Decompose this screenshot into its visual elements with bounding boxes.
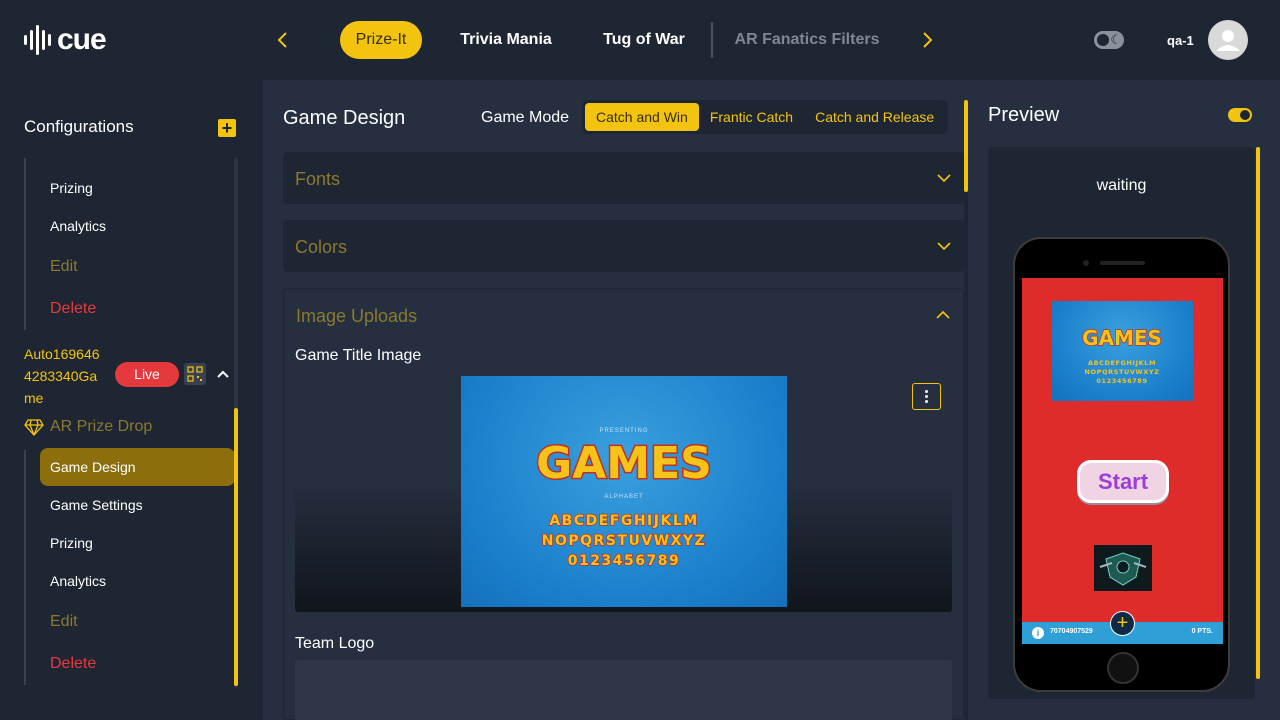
user-icon bbox=[1217, 30, 1239, 51]
preview-game-title-image: GAMES ABCDEFGHIJKLM NOPQRSTUVWXYZ 012345… bbox=[1052, 301, 1193, 401]
preview-art-row-1: ABCDEFGHIJKLM bbox=[1088, 359, 1156, 367]
sidebar: Configurations + Prizing Analytics Edit … bbox=[0, 80, 263, 720]
phone-mockup: GAMES ABCDEFGHIJKLM NOPQRSTUVWXYZ 012345… bbox=[1013, 237, 1230, 692]
game-mode-label: Game Mode bbox=[481, 109, 570, 126]
tab-ar-fanatics-filters[interactable]: AR Fanatics Filters bbox=[730, 21, 884, 59]
sidebar-item-edit[interactable]: Edit bbox=[50, 613, 78, 631]
cue-logo[interactable]: cue bbox=[24, 23, 107, 56]
sidebar-item-analytics[interactable]: Analytics bbox=[50, 218, 106, 234]
info-icon[interactable]: i bbox=[1032, 627, 1044, 639]
tab-prize-it[interactable]: Prize-It bbox=[340, 21, 422, 59]
user-name: qa-1 bbox=[1167, 33, 1194, 48]
tab-tug-of-war[interactable]: Tug of War bbox=[596, 21, 692, 59]
team-logo-emblem-icon bbox=[1099, 552, 1147, 586]
game-mode-catch-and-release[interactable]: Catch and Release bbox=[804, 103, 945, 131]
chevron-down-icon[interactable] bbox=[936, 238, 952, 254]
game-title-image-container: PRESENTING GAMES ALPHABET ABCDEFGHIJKLM … bbox=[295, 373, 952, 612]
preview-art-title: GAMES bbox=[1082, 326, 1162, 350]
preview-team-logo bbox=[1094, 545, 1152, 591]
main-panel: Game Design Game Mode Catch and Win Fran… bbox=[263, 80, 1280, 720]
tree-line bbox=[24, 158, 26, 330]
game-name-line: Auto169646 bbox=[24, 346, 100, 362]
game-type[interactable]: AR Prize Drop bbox=[24, 418, 152, 436]
team-logo-upload-area[interactable] bbox=[295, 660, 952, 720]
preview-status: waiting bbox=[1096, 177, 1147, 194]
preview-art-row-2: NOPQRSTUVWXYZ bbox=[1084, 368, 1159, 376]
theme-toggle[interactable]: ☾ bbox=[1094, 31, 1124, 49]
qr-code-icon[interactable] bbox=[184, 363, 206, 385]
art-row-2: NOPQRSTUVWXYZ bbox=[542, 533, 706, 549]
art-presenting: PRESENTING bbox=[599, 428, 648, 434]
logo-text: cue bbox=[57, 23, 107, 56]
phone-home-button bbox=[1107, 652, 1139, 684]
tree-line bbox=[24, 450, 26, 685]
add-configuration-button[interactable]: + bbox=[218, 119, 236, 137]
game-mode-selector: Catch and Win Frantic Catch Catch and Re… bbox=[582, 100, 949, 134]
tab-trivia-mania[interactable]: Trivia Mania bbox=[452, 21, 560, 59]
kebab-dot bbox=[925, 390, 928, 393]
kebab-dot bbox=[925, 395, 928, 398]
live-status-badge: Live bbox=[115, 362, 179, 387]
chevron-down-icon[interactable] bbox=[936, 170, 952, 186]
preview-toggle[interactable] bbox=[1228, 108, 1252, 122]
configurations-title: Configurations bbox=[24, 117, 134, 136]
preview-scrollbar[interactable] bbox=[1256, 147, 1260, 679]
sidebar-item-game-design[interactable]: Game Design bbox=[40, 448, 235, 486]
preview-points: 0 PTS. bbox=[1191, 628, 1213, 635]
art-subtitle: ALPHABET bbox=[604, 494, 643, 500]
avatar[interactable] bbox=[1208, 20, 1248, 60]
toggle-knob bbox=[1240, 110, 1250, 120]
diamond-icon bbox=[24, 419, 44, 436]
sidebar-item-prizing[interactable]: Prizing bbox=[50, 180, 93, 196]
colors-accordion[interactable]: Colors bbox=[283, 220, 964, 272]
game-name-line: me bbox=[24, 390, 44, 406]
preview-start-button[interactable]: Start bbox=[1077, 460, 1169, 503]
fonts-accordion-title: Fonts bbox=[295, 169, 341, 189]
phone-speaker bbox=[1100, 261, 1145, 265]
plus-icon[interactable]: + bbox=[1110, 611, 1135, 636]
preview-art-row-3: 0123456789 bbox=[1096, 377, 1147, 385]
moon-icon: ☾ bbox=[1110, 32, 1122, 47]
sidebar-item-edit[interactable]: Edit bbox=[50, 258, 78, 276]
sound-wave-icon bbox=[24, 24, 51, 56]
sidebar-item-game-settings[interactable]: Game Settings bbox=[50, 497, 143, 513]
art-title: GAMES bbox=[536, 438, 712, 489]
phone-camera bbox=[1083, 260, 1089, 266]
sidebar-item-delete[interactable]: Delete bbox=[50, 300, 96, 318]
main-scrollbar[interactable] bbox=[964, 100, 968, 720]
preview-user-id: 70704907529 bbox=[1050, 628, 1093, 635]
game-name[interactable]: Auto169646 4283340Ga me bbox=[24, 343, 114, 409]
fonts-accordion[interactable]: Fonts bbox=[283, 152, 964, 204]
page-title: Game Design bbox=[283, 107, 406, 129]
game-name-line: 4283340Ga bbox=[24, 368, 98, 384]
top-bar: cue Prize-It Trivia Mania Tug of War AR … bbox=[0, 0, 1280, 80]
image-uploads-accordion-title[interactable]: Image Uploads bbox=[296, 306, 417, 327]
kebab-dot bbox=[925, 400, 928, 403]
collapse-chevron-icon[interactable] bbox=[215, 366, 231, 382]
main-scrollbar-thumb[interactable] bbox=[964, 100, 968, 192]
sidebar-item-analytics[interactable]: Analytics bbox=[50, 573, 106, 589]
game-title-image: PRESENTING GAMES ALPHABET ABCDEFGHIJKLM … bbox=[461, 376, 787, 607]
sidebar-item-prizing[interactable]: Prizing bbox=[50, 535, 93, 551]
game-mode-frantic-catch[interactable]: Frantic Catch bbox=[699, 103, 804, 131]
game-title-image-label: Game Title Image bbox=[295, 347, 422, 364]
tabs-next-arrow-icon[interactable] bbox=[916, 28, 940, 52]
colors-accordion-title: Colors bbox=[295, 237, 348, 257]
game-mode-catch-and-win[interactable]: Catch and Win bbox=[585, 103, 699, 131]
team-logo-label: Team Logo bbox=[295, 635, 375, 652]
image-options-menu-button[interactable] bbox=[912, 383, 941, 410]
preview-title: Preview bbox=[988, 104, 1060, 126]
art-row-1: ABCDEFGHIJKLM bbox=[549, 513, 698, 529]
chevron-up-icon[interactable] bbox=[935, 307, 951, 323]
preview-panel: waiting GAMES ABCDEFGHIJKLM NOPQRSTUVWXY… bbox=[988, 147, 1255, 699]
sidebar-scrollbar-thumb[interactable] bbox=[234, 408, 238, 686]
toggle-knob bbox=[1097, 34, 1109, 46]
phone-screen: GAMES ABCDEFGHIJKLM NOPQRSTUVWXYZ 012345… bbox=[1022, 278, 1223, 644]
art-row-3: 0123456789 bbox=[568, 553, 680, 569]
sidebar-item-delete[interactable]: Delete bbox=[50, 655, 96, 673]
sidebar-scrollbar[interactable] bbox=[234, 158, 238, 688]
tabs-prev-arrow-icon[interactable] bbox=[270, 28, 294, 52]
tab-divider bbox=[711, 22, 713, 58]
game-type-label: AR Prize Drop bbox=[50, 418, 153, 435]
